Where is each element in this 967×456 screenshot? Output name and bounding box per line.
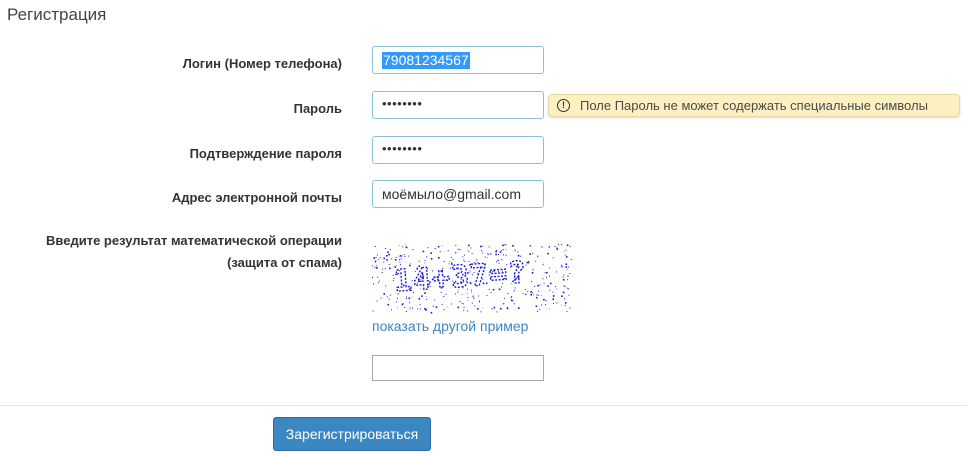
password-confirm-label: Подтверждение пароля (189, 146, 342, 161)
captcha-label: Введите результат математической операци… (46, 230, 342, 274)
page-title: Регистрация (7, 5, 107, 24)
password-confirm-value: •••••••• (382, 140, 423, 156)
email-label: Адрес электронной почты (171, 190, 342, 205)
email-value: моёмыло@gmail.com (382, 186, 522, 202)
password-input[interactable]: •••••••• (372, 91, 544, 119)
captcha-label-line2: (защита от спама) (227, 255, 342, 270)
password-confirm-input[interactable]: •••••••• (372, 136, 544, 164)
password-label: Пароль (293, 101, 342, 116)
captcha-label-line1: Введите результат математической операци… (46, 233, 342, 248)
password-value: •••••••• (382, 95, 423, 111)
captcha-answer-value (373, 356, 382, 380)
captcha-image: 14+37=? (372, 244, 573, 314)
login-value: 79081234567 (382, 51, 470, 69)
registration-page: Регистрация Логин (Номер телефона) 79081… (0, 0, 967, 456)
captcha-refresh-link[interactable]: показать другой пример (372, 318, 528, 334)
captcha-answer-input[interactable] (372, 355, 544, 381)
email-input[interactable]: моёмыло@gmail.com (372, 180, 544, 208)
login-input[interactable]: 79081234567 (372, 46, 544, 74)
warning-circle-icon: ! (557, 99, 570, 112)
login-label: Логин (Номер телефона) (182, 56, 342, 71)
form-divider (0, 405, 967, 406)
register-button[interactable]: Зарегистрироваться (273, 417, 431, 451)
password-error-text: Поле Пароль не может содержать специальн… (580, 98, 928, 113)
password-error-tooltip: ! Поле Пароль не может содержать специал… (548, 94, 960, 117)
